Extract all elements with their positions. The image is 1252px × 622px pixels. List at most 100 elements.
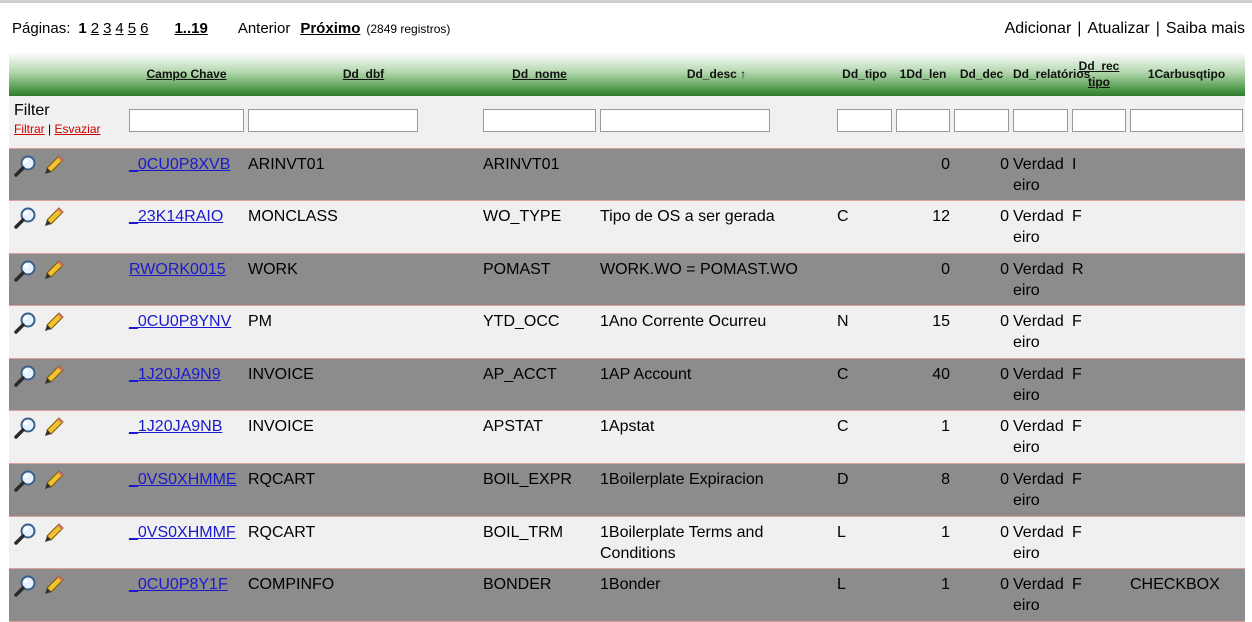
cell-dd-dbf: PM: [246, 305, 481, 359]
cell-campo-chave: _0VS0XHMMF: [127, 516, 246, 570]
cell-dd-desc: 1Bonder: [598, 568, 835, 622]
record-key-link[interactable]: _0CU0P8YNV: [129, 313, 231, 330]
cell-carbusqtipo: [1128, 516, 1245, 570]
edit-pencil-icon[interactable]: [43, 206, 65, 230]
view-magnifier-icon[interactable]: [13, 522, 39, 546]
cell-dd-desc: 1Boilerplate Terms and Conditions: [598, 516, 835, 570]
col-header-dd-len[interactable]: 1Dd_len: [894, 52, 952, 96]
learn-more-link[interactable]: Saiba mais: [1166, 20, 1245, 37]
cell-dd-tipo: L: [835, 516, 894, 570]
edit-pencil-icon[interactable]: [43, 574, 65, 598]
edit-pencil-icon[interactable]: [43, 522, 65, 546]
cell-dd-tipo: [835, 148, 894, 202]
view-magnifier-icon[interactable]: [13, 154, 39, 178]
add-link[interactable]: Adicionar: [1005, 20, 1072, 37]
cell-dd-nome: AP_ACCT: [481, 358, 598, 412]
edit-pencil-icon[interactable]: [43, 469, 65, 493]
clear-filter-link[interactable]: Esvaziar: [54, 122, 100, 136]
page-link-5[interactable]: 5: [128, 20, 136, 37]
filter-dd-len-input[interactable]: [896, 109, 950, 132]
view-magnifier-icon[interactable]: [13, 364, 39, 388]
cell-dd-nome: ARINVT01: [481, 148, 598, 202]
record-key-link[interactable]: _1J20JA9NB: [129, 418, 222, 435]
page-link-4[interactable]: 4: [115, 20, 123, 37]
edit-pencil-icon[interactable]: [43, 416, 65, 440]
cell-dd-desc: 1Ano Corrente Ocurreu: [598, 305, 835, 359]
page-link-3[interactable]: 3: [103, 20, 111, 37]
table-row: _0VS0XHMME RQCART BOIL_EXPR 1Boilerplate…: [9, 463, 1245, 517]
record-key-link[interactable]: _23K14RAIO: [129, 208, 223, 225]
cell-dd-relatorios: Verdadeiro: [1011, 305, 1070, 359]
next-page-link[interactable]: Próximo: [300, 20, 360, 37]
cell-dd-relatorios: Verdadeiro: [1011, 410, 1070, 465]
page-link-2[interactable]: 2: [91, 20, 99, 37]
pagination: Páginas: 1 2 3 4 5 6 1..19 Anterior Próx…: [12, 20, 450, 42]
page-link-1[interactable]: 1: [78, 20, 86, 37]
cell-dd-nome: BOIL_TRM: [481, 516, 598, 570]
table-row: _0CU0P8XVB ARINVT01 ARINVT01 0 0 Verdade…: [9, 148, 1245, 202]
col-header-dd-dbf[interactable]: Dd_dbf: [246, 52, 481, 96]
refresh-link[interactable]: Atualizar: [1087, 20, 1149, 37]
filter-carbusqtipo-input[interactable]: [1130, 109, 1243, 132]
col-header-dd-relatorios[interactable]: Dd_relatórios: [1011, 52, 1090, 96]
col-header-actions: [9, 52, 127, 96]
cell-carbusqtipo: [1128, 358, 1245, 412]
cell-dd-nome: APSTAT: [481, 410, 598, 465]
filter-campo-chave-input[interactable]: [129, 109, 244, 132]
cell-campo-chave: RWORK0015: [127, 253, 246, 307]
cell-dd-dec: 0: [952, 463, 1011, 517]
col-header-dd-desc[interactable]: Dd_desc ↑: [598, 52, 835, 96]
filter-dd-nome-input[interactable]: [483, 109, 596, 132]
cell-dd-len: 0: [894, 148, 952, 202]
cell-dd-nome: BONDER: [481, 568, 598, 622]
page-range-link[interactable]: 1..19: [174, 20, 207, 37]
cell-dd-relatorios: Verdadeiro: [1011, 568, 1070, 622]
cell-carbusqtipo: [1128, 305, 1245, 359]
col-header-campo-chave[interactable]: Campo Chave: [127, 52, 246, 96]
cell-dd-tipo: L: [835, 568, 894, 622]
view-magnifier-icon[interactable]: [13, 469, 39, 493]
cell-dd-relatorios: Verdadeiro: [1011, 200, 1070, 254]
filter-dd-desc-input[interactable]: [600, 109, 770, 132]
filter-dd-dec-input[interactable]: [954, 109, 1009, 132]
view-magnifier-icon[interactable]: [13, 206, 39, 230]
view-magnifier-icon[interactable]: [13, 259, 39, 283]
record-key-link[interactable]: RWORK0015: [129, 261, 226, 278]
col-header-dd-nome[interactable]: Dd_nome: [481, 52, 598, 96]
table-row: _0VS0XHMMF RQCART BOIL_TRM 1Boilerplate …: [9, 516, 1245, 570]
table-row: _0CU0P8YNV PM YTD_OCC 1Ano Corrente Ocur…: [9, 305, 1245, 359]
record-key-link[interactable]: _0CU0P8Y1F: [129, 576, 228, 593]
cell-dd-desc: [598, 148, 835, 202]
col-header-carbusqtipo[interactable]: 1Carbusqtipo: [1128, 52, 1245, 96]
filter-dd-rec-tipo-input[interactable]: [1072, 109, 1126, 132]
filter-dd-dbf-input[interactable]: [248, 109, 418, 132]
edit-pencil-icon[interactable]: [43, 364, 65, 388]
view-magnifier-icon[interactable]: [13, 311, 39, 335]
row-actions: [9, 463, 127, 517]
edit-pencil-icon[interactable]: [43, 259, 65, 283]
filter-dd-tipo-input[interactable]: [837, 109, 892, 132]
record-key-link[interactable]: _1J20JA9N9: [129, 366, 221, 383]
cell-dd-len: 0: [894, 253, 952, 307]
view-magnifier-icon[interactable]: [13, 574, 39, 598]
separator: |: [1077, 20, 1082, 37]
edit-pencil-icon[interactable]: [43, 154, 65, 178]
col-header-dd-dec[interactable]: Dd_dec: [952, 52, 1011, 96]
header-row: Campo Chave Dd_dbf Dd_nome Dd_desc ↑ Dd_…: [9, 52, 1245, 96]
cell-dd-len: 12: [894, 200, 952, 254]
filter-dd-relatorios-input[interactable]: [1013, 109, 1068, 132]
cell-dd-relatorios: Verdadeiro: [1011, 148, 1070, 202]
record-key-link[interactable]: _0VS0XHMME: [129, 471, 237, 488]
apply-filter-link[interactable]: Filtrar: [14, 122, 45, 136]
table-row: _0CU0P8Y1F COMPINFO BONDER 1Bonder L 1 0…: [9, 568, 1245, 622]
page-link-6[interactable]: 6: [140, 20, 148, 37]
record-key-link[interactable]: _0CU0P8XVB: [129, 156, 230, 173]
cell-dd-len: 1: [894, 568, 952, 622]
cell-dd-nome: YTD_OCC: [481, 305, 598, 359]
record-key-link[interactable]: _0VS0XHMMF: [129, 524, 236, 541]
col-header-dd-tipo[interactable]: Dd_tipo: [835, 52, 894, 96]
row-actions: [9, 305, 127, 359]
view-magnifier-icon[interactable]: [13, 416, 39, 440]
edit-pencil-icon[interactable]: [43, 311, 65, 335]
cell-campo-chave: _0CU0P8Y1F: [127, 568, 246, 622]
